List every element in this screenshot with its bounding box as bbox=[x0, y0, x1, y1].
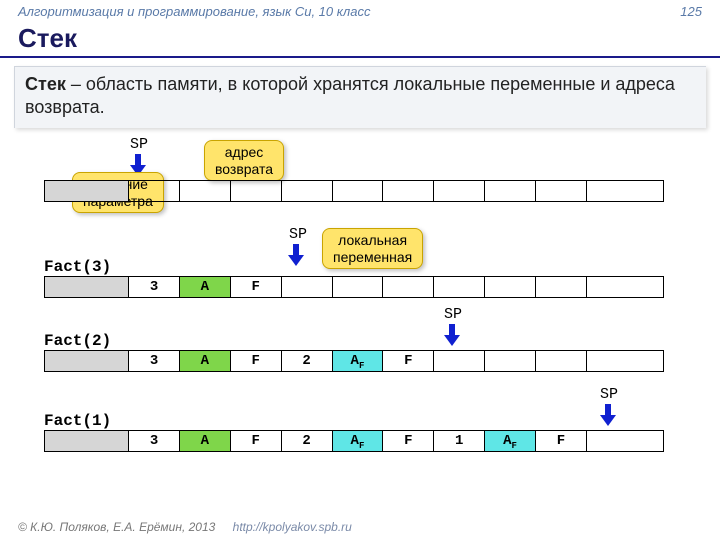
stack-cell bbox=[383, 181, 434, 201]
stack-cell: 2 bbox=[282, 351, 333, 371]
stack-cell bbox=[434, 181, 485, 201]
course-title: Алгоритмизация и программирование, язык … bbox=[18, 4, 370, 19]
stack-cell: F bbox=[536, 431, 587, 451]
sp-label-2: SP bbox=[444, 306, 462, 323]
stack-cell: F bbox=[231, 431, 282, 451]
callout-return: адрес возврата bbox=[204, 140, 284, 182]
stack-cell bbox=[587, 181, 663, 201]
stack-cell: 1 bbox=[434, 431, 485, 451]
row-label-3: Fact(1) bbox=[44, 412, 111, 430]
stack-cell bbox=[383, 277, 434, 297]
stack-row-3: 3 A F 2 AF F 1 AF F bbox=[44, 430, 664, 452]
stack-cell: A bbox=[180, 431, 231, 451]
footer-link[interactable]: http://kpolyakov.spb.ru bbox=[233, 520, 352, 534]
page-number: 125 bbox=[680, 4, 702, 19]
callout-local: локальная переменная bbox=[322, 228, 423, 270]
stack-cell: 2 bbox=[282, 431, 333, 451]
stack-cell bbox=[45, 431, 129, 451]
stack-cell bbox=[587, 431, 663, 451]
stack-cell bbox=[333, 277, 384, 297]
stack-cell bbox=[282, 181, 333, 201]
stack-cell bbox=[485, 181, 536, 201]
stack-cell: 3 bbox=[129, 351, 180, 371]
stack-cell bbox=[333, 181, 384, 201]
stack-cell bbox=[485, 277, 536, 297]
stack-row-1: 3 A F bbox=[44, 276, 664, 298]
stack-cell bbox=[536, 277, 587, 297]
stack-cell: A bbox=[180, 277, 231, 297]
stack-cell bbox=[434, 351, 485, 371]
stack-cell bbox=[485, 351, 536, 371]
stack-cell bbox=[180, 181, 231, 201]
sp-label-0: SP bbox=[130, 136, 148, 153]
stack-cell: F bbox=[231, 351, 282, 371]
header: Алгоритмизация и программирование, язык … bbox=[0, 0, 720, 19]
stack-cell: 3 bbox=[129, 431, 180, 451]
copyright: © К.Ю. Поляков, Е.А. Ерёмин, 2013 bbox=[18, 520, 215, 534]
stack-cell bbox=[231, 181, 282, 201]
stack-cell bbox=[45, 351, 129, 371]
stack-cell bbox=[45, 181, 129, 201]
sp-label-1: SP bbox=[289, 226, 307, 243]
stack-cell: A bbox=[180, 351, 231, 371]
stack-cell: F bbox=[383, 431, 434, 451]
stack-cell bbox=[434, 277, 485, 297]
arrow-down-icon bbox=[290, 244, 302, 266]
stack-cell: F bbox=[231, 277, 282, 297]
stack-cell bbox=[536, 351, 587, 371]
stack-cell: AF bbox=[333, 431, 384, 451]
content-area: SP адрес возврата значение параметра SP … bbox=[0, 136, 720, 466]
stack-cell bbox=[282, 277, 333, 297]
row-label-2: Fact(2) bbox=[44, 332, 111, 350]
stack-cell bbox=[45, 277, 129, 297]
arrow-down-icon bbox=[446, 324, 458, 346]
def-term: Стек bbox=[25, 74, 66, 94]
row-label-1: Fact(3) bbox=[44, 258, 111, 276]
stack-cell: 3 bbox=[129, 277, 180, 297]
def-rest: – область памяти, в которой хранятся лок… bbox=[25, 74, 675, 117]
definition-box: Стек – область памяти, в которой хранятс… bbox=[14, 66, 706, 128]
sp-label-3: SP bbox=[600, 386, 618, 403]
footer: © К.Ю. Поляков, Е.А. Ерёмин, 2013 http:/… bbox=[18, 520, 352, 534]
stack-cell bbox=[587, 277, 663, 297]
stack-cell bbox=[587, 351, 663, 371]
stack-cell: AF bbox=[333, 351, 384, 371]
stack-cell bbox=[129, 181, 180, 201]
slide-title: Стек bbox=[0, 19, 720, 58]
arrow-down-icon bbox=[602, 404, 614, 426]
stack-cell bbox=[536, 181, 587, 201]
stack-row-0 bbox=[44, 180, 664, 202]
stack-cell: F bbox=[383, 351, 434, 371]
stack-row-2: 3 A F 2 AF F bbox=[44, 350, 664, 372]
stack-cell: AF bbox=[485, 431, 536, 451]
